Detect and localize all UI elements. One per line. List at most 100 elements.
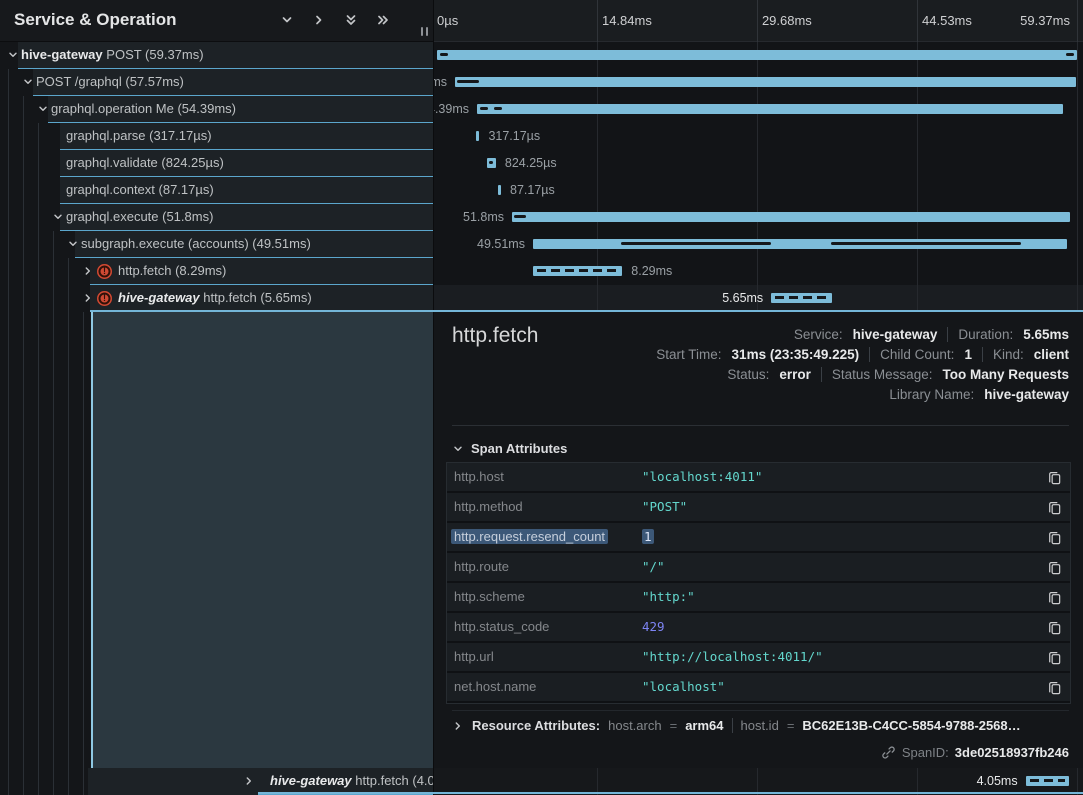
- meta-label: Library Name:: [889, 387, 974, 402]
- span-tree-row[interactable]: hive-gateway POST (59.37ms): [0, 42, 434, 69]
- waterfall-row: 59.37ms: [434, 42, 1083, 69]
- chevron-down-icon[interactable]: [7, 49, 19, 64]
- service-name: hive-gateway: [118, 290, 200, 305]
- indent-guide: [8, 258, 9, 285]
- span-duration-label: 824.25µs: [505, 156, 557, 170]
- span-bar-mark: [831, 242, 1021, 245]
- expand-one-icon[interactable]: [312, 13, 326, 27]
- attribute-row: http.status_code429: [447, 613, 1070, 643]
- indent-guide: [23, 177, 24, 204]
- span-bar-mark: [514, 215, 526, 218]
- expand-all-icon[interactable]: [376, 13, 390, 27]
- span-tree-row[interactable]: POST /graphql (57.57ms): [0, 69, 434, 96]
- copy-icon[interactable]: [1047, 590, 1062, 605]
- chevron-right-icon[interactable]: [243, 775, 255, 790]
- collapse-one-icon[interactable]: [280, 13, 294, 27]
- span-tree-row[interactable]: !hive-gateway http.fetch (5.65ms): [0, 285, 434, 312]
- chevron-down-icon[interactable]: [52, 211, 64, 226]
- chevron-down-icon[interactable]: [37, 103, 49, 118]
- span-bar[interactable]: [771, 293, 832, 303]
- span-bar-mark: [621, 242, 771, 245]
- chevron-down-icon[interactable]: [67, 238, 79, 253]
- chevron-right-icon[interactable]: [82, 292, 94, 307]
- copy-icon[interactable]: [1047, 650, 1062, 665]
- waterfall-row: 4.05ms: [434, 768, 1083, 795]
- span-duration-label: 5.65ms: [722, 291, 763, 305]
- divider: [982, 347, 983, 362]
- span-duration-label: 8.29ms: [631, 264, 672, 278]
- copy-icon[interactable]: [1047, 530, 1062, 545]
- span-bar[interactable]: [477, 104, 1063, 114]
- timeline-gridline: [597, 123, 598, 150]
- timeline-gridline: [917, 258, 918, 285]
- collapse-all-icon[interactable]: [344, 13, 358, 27]
- span-tree-panel: Service & Operation hive-gateway POST (5…: [0, 0, 434, 795]
- timeline-gridline: [1077, 69, 1078, 96]
- error-icon: !: [97, 264, 112, 279]
- span-tree-row[interactable]: !http.fetch (8.29ms): [0, 258, 434, 285]
- timeline-gridline: [597, 150, 598, 177]
- span-bar[interactable]: [437, 50, 1077, 60]
- timeline-gridline: [917, 177, 918, 204]
- span-bar-dashes: [537, 269, 618, 272]
- span-bar[interactable]: [512, 212, 1070, 222]
- span-tree-row[interactable]: graphql.execute (51.8ms): [0, 204, 434, 231]
- span-bar[interactable]: [533, 239, 1067, 249]
- indent-guide: [8, 123, 9, 150]
- tree-header: Service & Operation: [0, 0, 434, 42]
- copy-icon[interactable]: [1047, 680, 1062, 695]
- span-bar[interactable]: [476, 131, 479, 141]
- copy-icon[interactable]: [1047, 560, 1062, 575]
- resize-grip-icon[interactable]: [421, 27, 428, 36]
- span-bar-mark: [440, 53, 448, 56]
- span-label: hive-gateway POST (59.37ms): [21, 47, 204, 62]
- span-tree-row[interactable]: graphql.operation Me (54.39ms): [0, 96, 434, 123]
- attribute-row: http.url"http://localhost:4011/": [447, 643, 1070, 673]
- copy-icon[interactable]: [1047, 620, 1062, 635]
- span-tree-row[interactable]: graphql.context (87.17µs): [0, 177, 434, 204]
- indent-guide: [8, 96, 9, 123]
- span-tree-row[interactable]: subgraph.execute (accounts) (49.51ms): [0, 231, 434, 258]
- meta-value: 31ms (23:35:49.225): [732, 347, 860, 362]
- resource-attributes-row[interactable]: Resource Attributes: host.arch=arm64host…: [452, 718, 1069, 733]
- span-bar[interactable]: [533, 266, 622, 276]
- attribute-value: "http://localhost:4011/": [642, 649, 823, 664]
- chevron-right-icon[interactable]: [82, 265, 94, 280]
- chevron-down-icon: [452, 443, 464, 455]
- waterfall-row: 8.29ms: [434, 258, 1083, 285]
- span-attributes-header[interactable]: Span Attributes: [452, 441, 567, 456]
- meta-label: Service:: [794, 327, 843, 342]
- span-label: graphql.validate (824.25µs): [66, 155, 224, 170]
- meta-value: hive-gateway: [853, 327, 938, 342]
- span-bar[interactable]: [1026, 776, 1070, 786]
- span-attributes-label: Span Attributes: [471, 441, 567, 456]
- timeline-tick-label: 59.37ms: [1020, 13, 1070, 28]
- span-bar[interactable]: [487, 158, 496, 168]
- timeline-gridline: [757, 177, 758, 204]
- indent-guide: [68, 768, 69, 795]
- meta-label: Kind:: [993, 347, 1024, 362]
- span-duration-label: 54.39ms: [434, 102, 469, 116]
- selected-span-expanded-area[interactable]: [91, 312, 434, 768]
- indent-guide: [23, 312, 24, 768]
- timeline-axis: 0µs14.84ms29.68ms44.53ms59.37ms: [434, 0, 1083, 42]
- divider: [821, 367, 822, 382]
- indent-guide: [23, 285, 24, 312]
- divider: [452, 710, 1069, 711]
- span-label: hive-gateway http.fetch (5.65ms): [118, 290, 312, 305]
- span-tree-row[interactable]: hive-gateway http.fetch (4.05ms): [0, 768, 434, 795]
- link-icon[interactable]: [881, 745, 896, 760]
- span-bar[interactable]: [498, 185, 501, 195]
- copy-icon[interactable]: [1047, 470, 1062, 485]
- timeline-gridline: [597, 768, 598, 795]
- resource-value: arm64: [685, 718, 723, 733]
- copy-icon[interactable]: [1047, 500, 1062, 515]
- span-tree-row[interactable]: graphql.parse (317.17µs): [0, 123, 434, 150]
- indent-guide: [8, 768, 9, 795]
- meta-value: 5.65ms: [1023, 327, 1069, 342]
- timeline-gridline: [1077, 123, 1078, 150]
- timeline-gridline: [1077, 231, 1078, 258]
- chevron-down-icon[interactable]: [22, 76, 34, 91]
- span-bar[interactable]: [455, 77, 1076, 87]
- span-tree-row[interactable]: graphql.validate (824.25µs): [0, 150, 434, 177]
